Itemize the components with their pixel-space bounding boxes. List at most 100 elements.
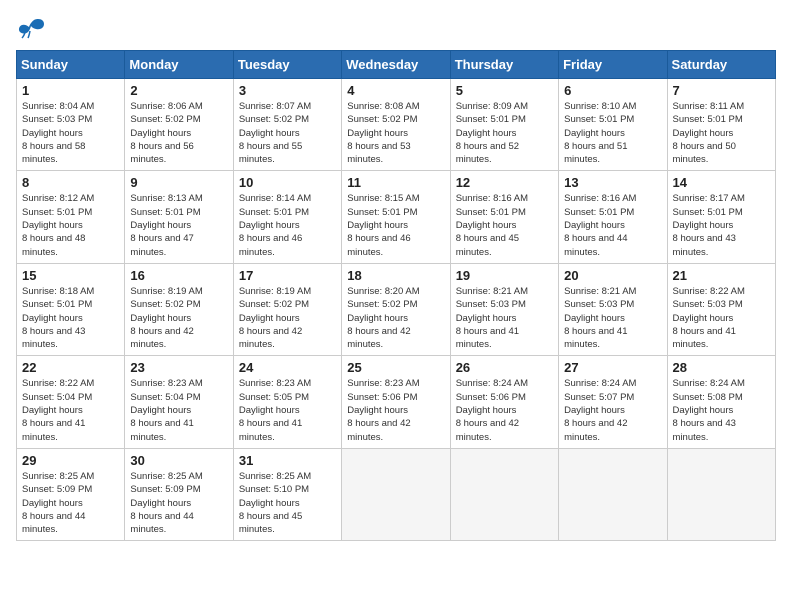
calendar-cell: 18 Sunrise: 8:20 AMSunset: 5:02 PMDayligh… — [342, 263, 450, 355]
weekday-header-saturday: Saturday — [667, 51, 775, 79]
day-number: 7 — [673, 83, 770, 98]
header — [16, 16, 776, 40]
day-number: 23 — [130, 360, 227, 375]
calendar-cell: 17 Sunrise: 8:19 AMSunset: 5:02 PMDayligh… — [233, 263, 341, 355]
calendar-cell: 16 Sunrise: 8:19 AMSunset: 5:02 PMDayligh… — [125, 263, 233, 355]
calendar-cell: 28 Sunrise: 8:24 AMSunset: 5:08 PMDayligh… — [667, 356, 775, 448]
cell-info: Sunrise: 8:25 AMSunset: 5:09 PMDaylight … — [130, 471, 202, 535]
calendar-cell: 3 Sunrise: 8:07 AMSunset: 5:02 PMDaylight… — [233, 79, 341, 171]
calendar-cell: 11 Sunrise: 8:15 AMSunset: 5:01 PMDayligh… — [342, 171, 450, 263]
day-number: 21 — [673, 268, 770, 283]
calendar-week-row: 22 Sunrise: 8:22 AMSunset: 5:04 PMDayligh… — [17, 356, 776, 448]
calendar-cell: 29 Sunrise: 8:25 AMSunset: 5:09 PMDayligh… — [17, 448, 125, 540]
cell-info: Sunrise: 8:25 AMSunset: 5:10 PMDaylight … — [239, 471, 311, 535]
calendar-cell: 8Sunrise: 8:12 AMSunset: 5:01 PMDaylight… — [17, 171, 125, 263]
cell-info: Sunrise: 8:22 AMSunset: 5:03 PMDaylight … — [673, 286, 745, 350]
day-number: 29 — [22, 453, 119, 468]
calendar-cell: 4 Sunrise: 8:08 AMSunset: 5:02 PMDaylight… — [342, 79, 450, 171]
cell-info: Sunrise: 8:24 AMSunset: 5:06 PMDaylight … — [456, 378, 528, 442]
day-number: 2 — [130, 83, 227, 98]
day-number: 6 — [564, 83, 661, 98]
weekday-header-friday: Friday — [559, 51, 667, 79]
cell-info: Sunrise: 8:23 AMSunset: 5:06 PMDaylight … — [347, 378, 419, 442]
calendar-week-row: 15 Sunrise: 8:18 AMSunset: 5:01 PMDayligh… — [17, 263, 776, 355]
day-number: 17 — [239, 268, 336, 283]
calendar-cell: 2 Sunrise: 8:06 AMSunset: 5:02 PMDaylight… — [125, 79, 233, 171]
cell-info: Sunrise: 8:24 AMSunset: 5:08 PMDaylight … — [673, 378, 745, 442]
weekday-header-wednesday: Wednesday — [342, 51, 450, 79]
cell-info: Sunrise: 8:06 AMSunset: 5:02 PMDaylight … — [130, 101, 202, 165]
day-number: 22 — [22, 360, 119, 375]
weekday-header-sunday: Sunday — [17, 51, 125, 79]
logo — [16, 16, 50, 40]
cell-info: Sunrise: 8:21 AMSunset: 5:03 PMDaylight … — [456, 286, 528, 350]
cell-info: Sunrise: 8:18 AMSunset: 5:01 PMDaylight … — [22, 286, 94, 350]
calendar-cell: 25 Sunrise: 8:23 AMSunset: 5:06 PMDayligh… — [342, 356, 450, 448]
day-number: 24 — [239, 360, 336, 375]
calendar-cell: 22 Sunrise: 8:22 AMSunset: 5:04 PMDayligh… — [17, 356, 125, 448]
calendar-cell: 6Sunrise: 8:10 AMSunset: 5:01 PMDaylight… — [559, 79, 667, 171]
calendar-cell: 15 Sunrise: 8:18 AMSunset: 5:01 PMDayligh… — [17, 263, 125, 355]
day-number: 14 — [673, 175, 770, 190]
weekday-header-row: SundayMondayTuesdayWednesdayThursdayFrid… — [17, 51, 776, 79]
cell-info: Sunrise: 8:07 AMSunset: 5:02 PMDaylight … — [239, 101, 311, 165]
day-number: 5 — [456, 83, 553, 98]
cell-info: Sunrise: 8:19 AMSunset: 5:02 PMDaylight … — [130, 286, 202, 350]
weekday-header-monday: Monday — [125, 51, 233, 79]
calendar-cell — [450, 448, 558, 540]
calendar-cell: 26 Sunrise: 8:24 AMSunset: 5:06 PMDayligh… — [450, 356, 558, 448]
cell-info: Sunrise: 8:11 AMSunset: 5:01 PMDaylight … — [673, 101, 745, 165]
cell-info: Sunrise: 8:21 AMSunset: 5:03 PMDaylight … — [564, 286, 636, 350]
day-number: 16 — [130, 268, 227, 283]
cell-info: Sunrise: 8:04 AMSunset: 5:03 PMDaylight … — [22, 101, 94, 165]
calendar-cell: 10Sunrise: 8:14 AMSunset: 5:01 PMDayligh… — [233, 171, 341, 263]
calendar-cell: 1 Sunrise: 8:04 AMSunset: 5:03 PMDaylight… — [17, 79, 125, 171]
day-number: 28 — [673, 360, 770, 375]
calendar-cell: 19 Sunrise: 8:21 AMSunset: 5:03 PMDayligh… — [450, 263, 558, 355]
day-number: 13 — [564, 175, 661, 190]
calendar-cell: 14 Sunrise: 8:17 AMSunset: 5:01 PMDayligh… — [667, 171, 775, 263]
calendar-week-row: 29 Sunrise: 8:25 AMSunset: 5:09 PMDayligh… — [17, 448, 776, 540]
cell-info: Sunrise: 8:24 AMSunset: 5:07 PMDaylight … — [564, 378, 636, 442]
logo-icon — [16, 16, 46, 40]
day-number: 1 — [22, 83, 119, 98]
cell-info: Sunrise: 8:16 AMSunset: 5:01 PMDaylight … — [456, 193, 528, 257]
weekday-header-thursday: Thursday — [450, 51, 558, 79]
day-number: 30 — [130, 453, 227, 468]
calendar-cell — [559, 448, 667, 540]
cell-info: Sunrise: 8:09 AMSunset: 5:01 PMDaylight … — [456, 101, 528, 165]
day-number: 18 — [347, 268, 444, 283]
weekday-header-tuesday: Tuesday — [233, 51, 341, 79]
day-number: 11 — [347, 175, 444, 190]
day-number: 20 — [564, 268, 661, 283]
calendar-week-row: 1 Sunrise: 8:04 AMSunset: 5:03 PMDaylight… — [17, 79, 776, 171]
cell-info: Sunrise: 8:17 AMSunset: 5:01 PMDaylight … — [673, 193, 745, 257]
cell-info: Sunrise: 8:19 AMSunset: 5:02 PMDaylight … — [239, 286, 311, 350]
day-number: 15 — [22, 268, 119, 283]
day-number: 3 — [239, 83, 336, 98]
cell-info: Sunrise: 8:16 AMSunset: 5:01 PMDaylight … — [564, 193, 636, 257]
calendar-cell: 7 Sunrise: 8:11 AMSunset: 5:01 PMDaylight… — [667, 79, 775, 171]
cell-info: Sunrise: 8:12 AMSunset: 5:01 PMDaylight … — [22, 193, 94, 257]
day-number: 9 — [130, 175, 227, 190]
calendar-cell: 12 Sunrise: 8:16 AMSunset: 5:01 PMDayligh… — [450, 171, 558, 263]
cell-info: Sunrise: 8:13 AMSunset: 5:01 PMDaylight … — [130, 193, 202, 257]
day-number: 26 — [456, 360, 553, 375]
calendar-cell: 20 Sunrise: 8:21 AMSunset: 5:03 PMDayligh… — [559, 263, 667, 355]
cell-info: Sunrise: 8:22 AMSunset: 5:04 PMDaylight … — [22, 378, 94, 442]
calendar-week-row: 8Sunrise: 8:12 AMSunset: 5:01 PMDaylight… — [17, 171, 776, 263]
day-number: 25 — [347, 360, 444, 375]
day-number: 19 — [456, 268, 553, 283]
cell-info: Sunrise: 8:25 AMSunset: 5:09 PMDaylight … — [22, 471, 94, 535]
cell-info: Sunrise: 8:20 AMSunset: 5:02 PMDaylight … — [347, 286, 419, 350]
cell-info: Sunrise: 8:08 AMSunset: 5:02 PMDaylight … — [347, 101, 419, 165]
day-number: 12 — [456, 175, 553, 190]
day-number: 31 — [239, 453, 336, 468]
cell-info: Sunrise: 8:14 AMSunset: 5:01 PMDaylight … — [239, 193, 311, 257]
calendar-cell: 13 Sunrise: 8:16 AMSunset: 5:01 PMDayligh… — [559, 171, 667, 263]
calendar-cell: 9 Sunrise: 8:13 AMSunset: 5:01 PMDaylight… — [125, 171, 233, 263]
day-number: 4 — [347, 83, 444, 98]
calendar-table: SundayMondayTuesdayWednesdayThursdayFrid… — [16, 50, 776, 541]
calendar-cell: 30 Sunrise: 8:25 AMSunset: 5:09 PMDayligh… — [125, 448, 233, 540]
cell-info: Sunrise: 8:15 AMSunset: 5:01 PMDaylight … — [347, 193, 419, 257]
